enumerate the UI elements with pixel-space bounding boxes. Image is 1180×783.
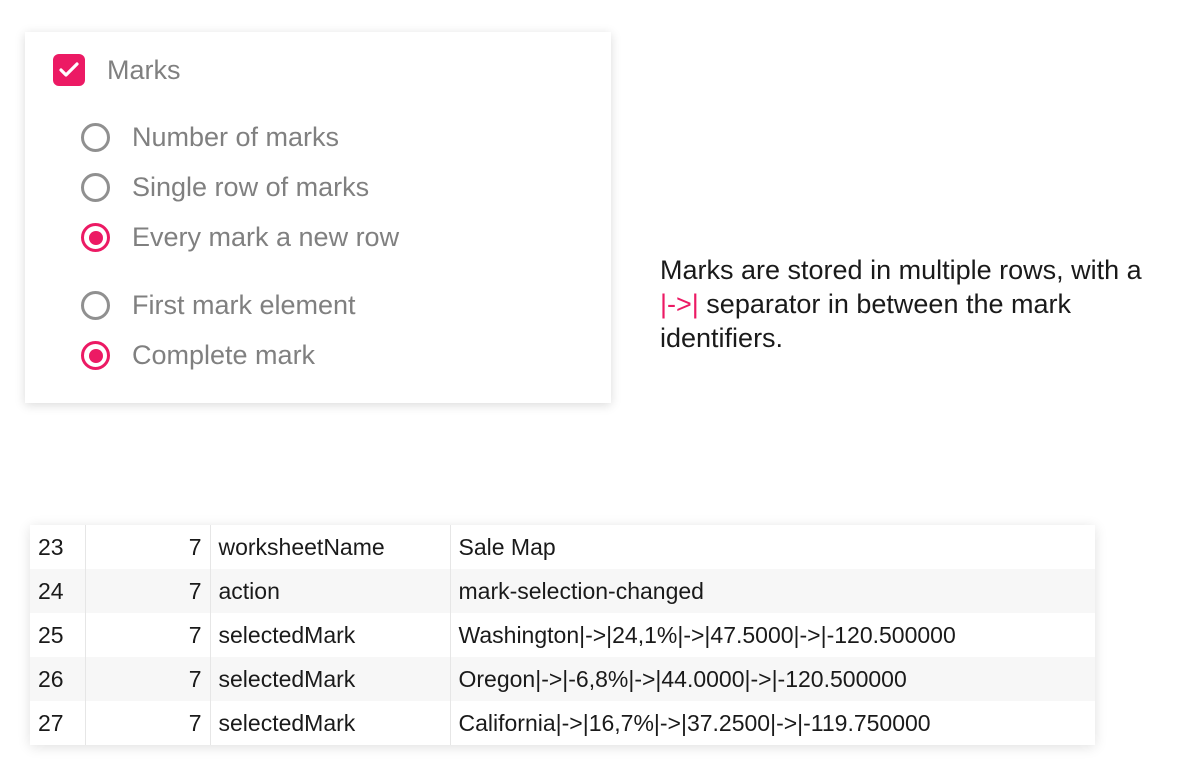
- radio-icon-selected: [81, 341, 110, 370]
- cell-key: action: [210, 569, 450, 613]
- cell-rownum: 25: [30, 613, 85, 657]
- cell-rownum: 24: [30, 569, 85, 613]
- cell-key: selectedMark: [210, 657, 450, 701]
- annotation-pre: Marks are stored in multiple rows, with …: [660, 255, 1142, 285]
- cell-seq: 7: [85, 569, 210, 613]
- cell-seq: 7: [85, 525, 210, 569]
- radio-label: Number of marks: [132, 122, 339, 153]
- cell-value: Oregon|->|-6,8%|->|44.0000|->|-120.50000…: [450, 657, 1095, 701]
- radio-label: Single row of marks: [132, 172, 369, 203]
- marks-title: Marks: [107, 55, 181, 86]
- radio-label: First mark element: [132, 290, 356, 321]
- radio-group-1: Number of marks Single row of marks Ever…: [53, 122, 583, 371]
- marks-options-panel: Marks Number of marks Single row of mark…: [25, 32, 611, 403]
- table-row: 23 7 worksheetName Sale Map: [30, 525, 1095, 569]
- cell-value: Sale Map: [450, 525, 1095, 569]
- cell-rownum: 27: [30, 701, 85, 745]
- radio-icon: [81, 123, 110, 152]
- annotation-post: separator in between the mark identifier…: [660, 289, 1071, 353]
- radio-icon: [81, 173, 110, 202]
- table-row: 25 7 selectedMark Washington|->|24,1%|->…: [30, 613, 1095, 657]
- table-row: 26 7 selectedMark Oregon|->|-6,8%|->|44.…: [30, 657, 1095, 701]
- table-row: 24 7 action mark-selection-changed: [30, 569, 1095, 613]
- radio-label: Complete mark: [132, 340, 315, 371]
- check-icon: [59, 62, 79, 78]
- cell-value: Washington|->|24,1%|->|47.5000|->|-120.5…: [450, 613, 1095, 657]
- cell-value: mark-selection-changed: [450, 569, 1095, 613]
- cell-key: selectedMark: [210, 613, 450, 657]
- radio-icon: [81, 291, 110, 320]
- radio-first-mark-element[interactable]: First mark element: [81, 290, 583, 321]
- annotation-separator: |->|: [660, 289, 699, 319]
- radio-every-mark-a-new-row[interactable]: Every mark a new row: [81, 222, 583, 253]
- marks-checkbox[interactable]: [53, 54, 85, 86]
- cell-key: selectedMark: [210, 701, 450, 745]
- cell-rownum: 26: [30, 657, 85, 701]
- cell-key: worksheetName: [210, 525, 450, 569]
- data-table: 23 7 worksheetName Sale Map 24 7 action …: [30, 525, 1095, 745]
- cell-value: California|->|16,7%|->|37.2500|->|-119.7…: [450, 701, 1095, 745]
- cell-seq: 7: [85, 657, 210, 701]
- radio-single-row-of-marks[interactable]: Single row of marks: [81, 172, 583, 203]
- marks-header-row: Marks: [53, 54, 583, 86]
- annotation-text: Marks are stored in multiple rows, with …: [660, 254, 1150, 355]
- table-row: 27 7 selectedMark California|->|16,7%|->…: [30, 701, 1095, 745]
- radio-icon-selected: [81, 223, 110, 252]
- radio-label: Every mark a new row: [132, 222, 399, 253]
- cell-seq: 7: [85, 613, 210, 657]
- radio-complete-mark[interactable]: Complete mark: [81, 340, 583, 371]
- cell-seq: 7: [85, 701, 210, 745]
- radio-number-of-marks[interactable]: Number of marks: [81, 122, 583, 153]
- cell-rownum: 23: [30, 525, 85, 569]
